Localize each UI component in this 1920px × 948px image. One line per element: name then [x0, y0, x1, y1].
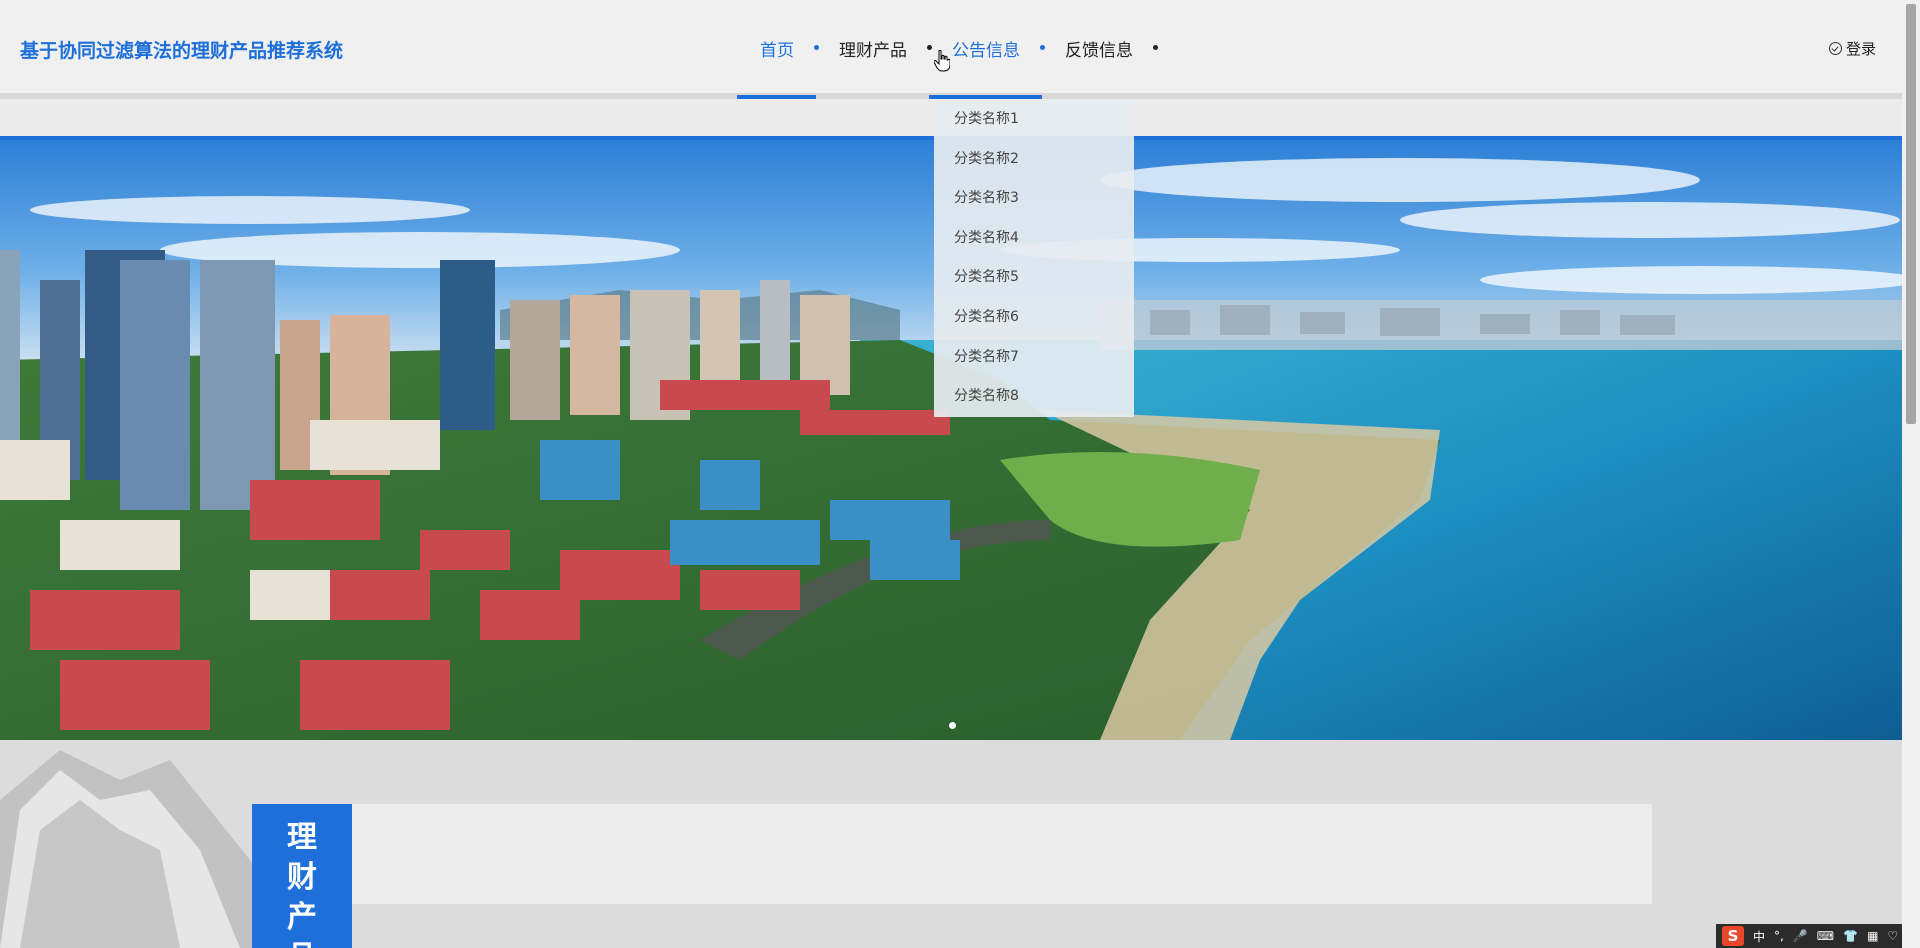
nav-item-announcements[interactable]: 公告信息: [929, 0, 1045, 99]
microphone-icon[interactable]: 🎤: [1793, 929, 1808, 943]
nav-item-label: 公告信息: [952, 40, 1020, 61]
section-title-char: 理: [287, 820, 317, 855]
heart-icon[interactable]: ♡: [1887, 929, 1898, 943]
nav-item-label: 理财产品: [839, 40, 907, 61]
ime-toolbar: S 中 °, 🎤 ⌨ 👕 ▦ ♡: [1716, 924, 1902, 948]
nav-separator-dot: [1153, 45, 1158, 50]
dropdown-item[interactable]: 分类名称4: [934, 219, 1134, 259]
grid-menu-icon[interactable]: ▦: [1867, 929, 1878, 943]
ime-logo-icon[interactable]: S: [1722, 926, 1744, 946]
nav-item-feedback[interactable]: 反馈信息: [1042, 0, 1158, 96]
carousel-indicator-dot[interactable]: [949, 722, 956, 729]
keyboard-icon[interactable]: ⌨: [1817, 929, 1834, 943]
login-button[interactable]: 登录: [1828, 38, 1876, 59]
dropdown-item[interactable]: 分类名称6: [934, 298, 1134, 338]
login-label: 登录: [1845, 40, 1876, 58]
page-scrollbar[interactable]: [1902, 0, 1920, 948]
nav-item-label: 反馈信息: [1065, 40, 1133, 61]
site-title[interactable]: 基于协同过滤算法的理财产品推荐系统: [20, 36, 343, 63]
scrollbar-thumb[interactable]: [1906, 4, 1916, 424]
section-title-tag: 理 财 产 品: [252, 804, 352, 948]
product-section: 理 财 产 品: [0, 740, 1902, 948]
announcement-category-dropdown: 分类名称1 分类名称2 分类名称3 分类名称4 分类名称5 分类名称6 分类名称…: [934, 100, 1134, 417]
nav-item-label: 首页: [760, 40, 794, 61]
nav-item-products[interactable]: 理财产品: [816, 0, 932, 96]
top-navbar: 基于协同过滤算法的理财产品推荐系统 首页 理财产品 公告信息 反馈信息 登录: [0, 0, 1902, 99]
main-nav: 首页 理财产品 公告信息 反馈信息: [737, 0, 1158, 99]
ime-punctuation-icon[interactable]: °,: [1774, 929, 1784, 943]
section-header-panel: [352, 804, 1652, 904]
dropdown-item[interactable]: 分类名称1: [934, 100, 1134, 140]
dropdown-item[interactable]: 分类名称3: [934, 179, 1134, 219]
dropdown-item[interactable]: 分类名称5: [934, 258, 1134, 298]
hand-cursor-icon: [934, 50, 950, 72]
ime-language-toggle[interactable]: 中: [1753, 928, 1765, 945]
nav-item-home[interactable]: 首页: [737, 0, 819, 99]
skin-icon[interactable]: 👕: [1843, 929, 1858, 943]
dropdown-item[interactable]: 分类名称8: [934, 377, 1134, 417]
check-circle-icon: [1828, 42, 1842, 55]
dropdown-item[interactable]: 分类名称7: [934, 338, 1134, 378]
section-title-char: 品: [252, 938, 352, 948]
dropdown-item[interactable]: 分类名称2: [934, 140, 1134, 180]
section-title-char: 产: [287, 900, 317, 935]
section-title-char: 财: [287, 860, 317, 895]
